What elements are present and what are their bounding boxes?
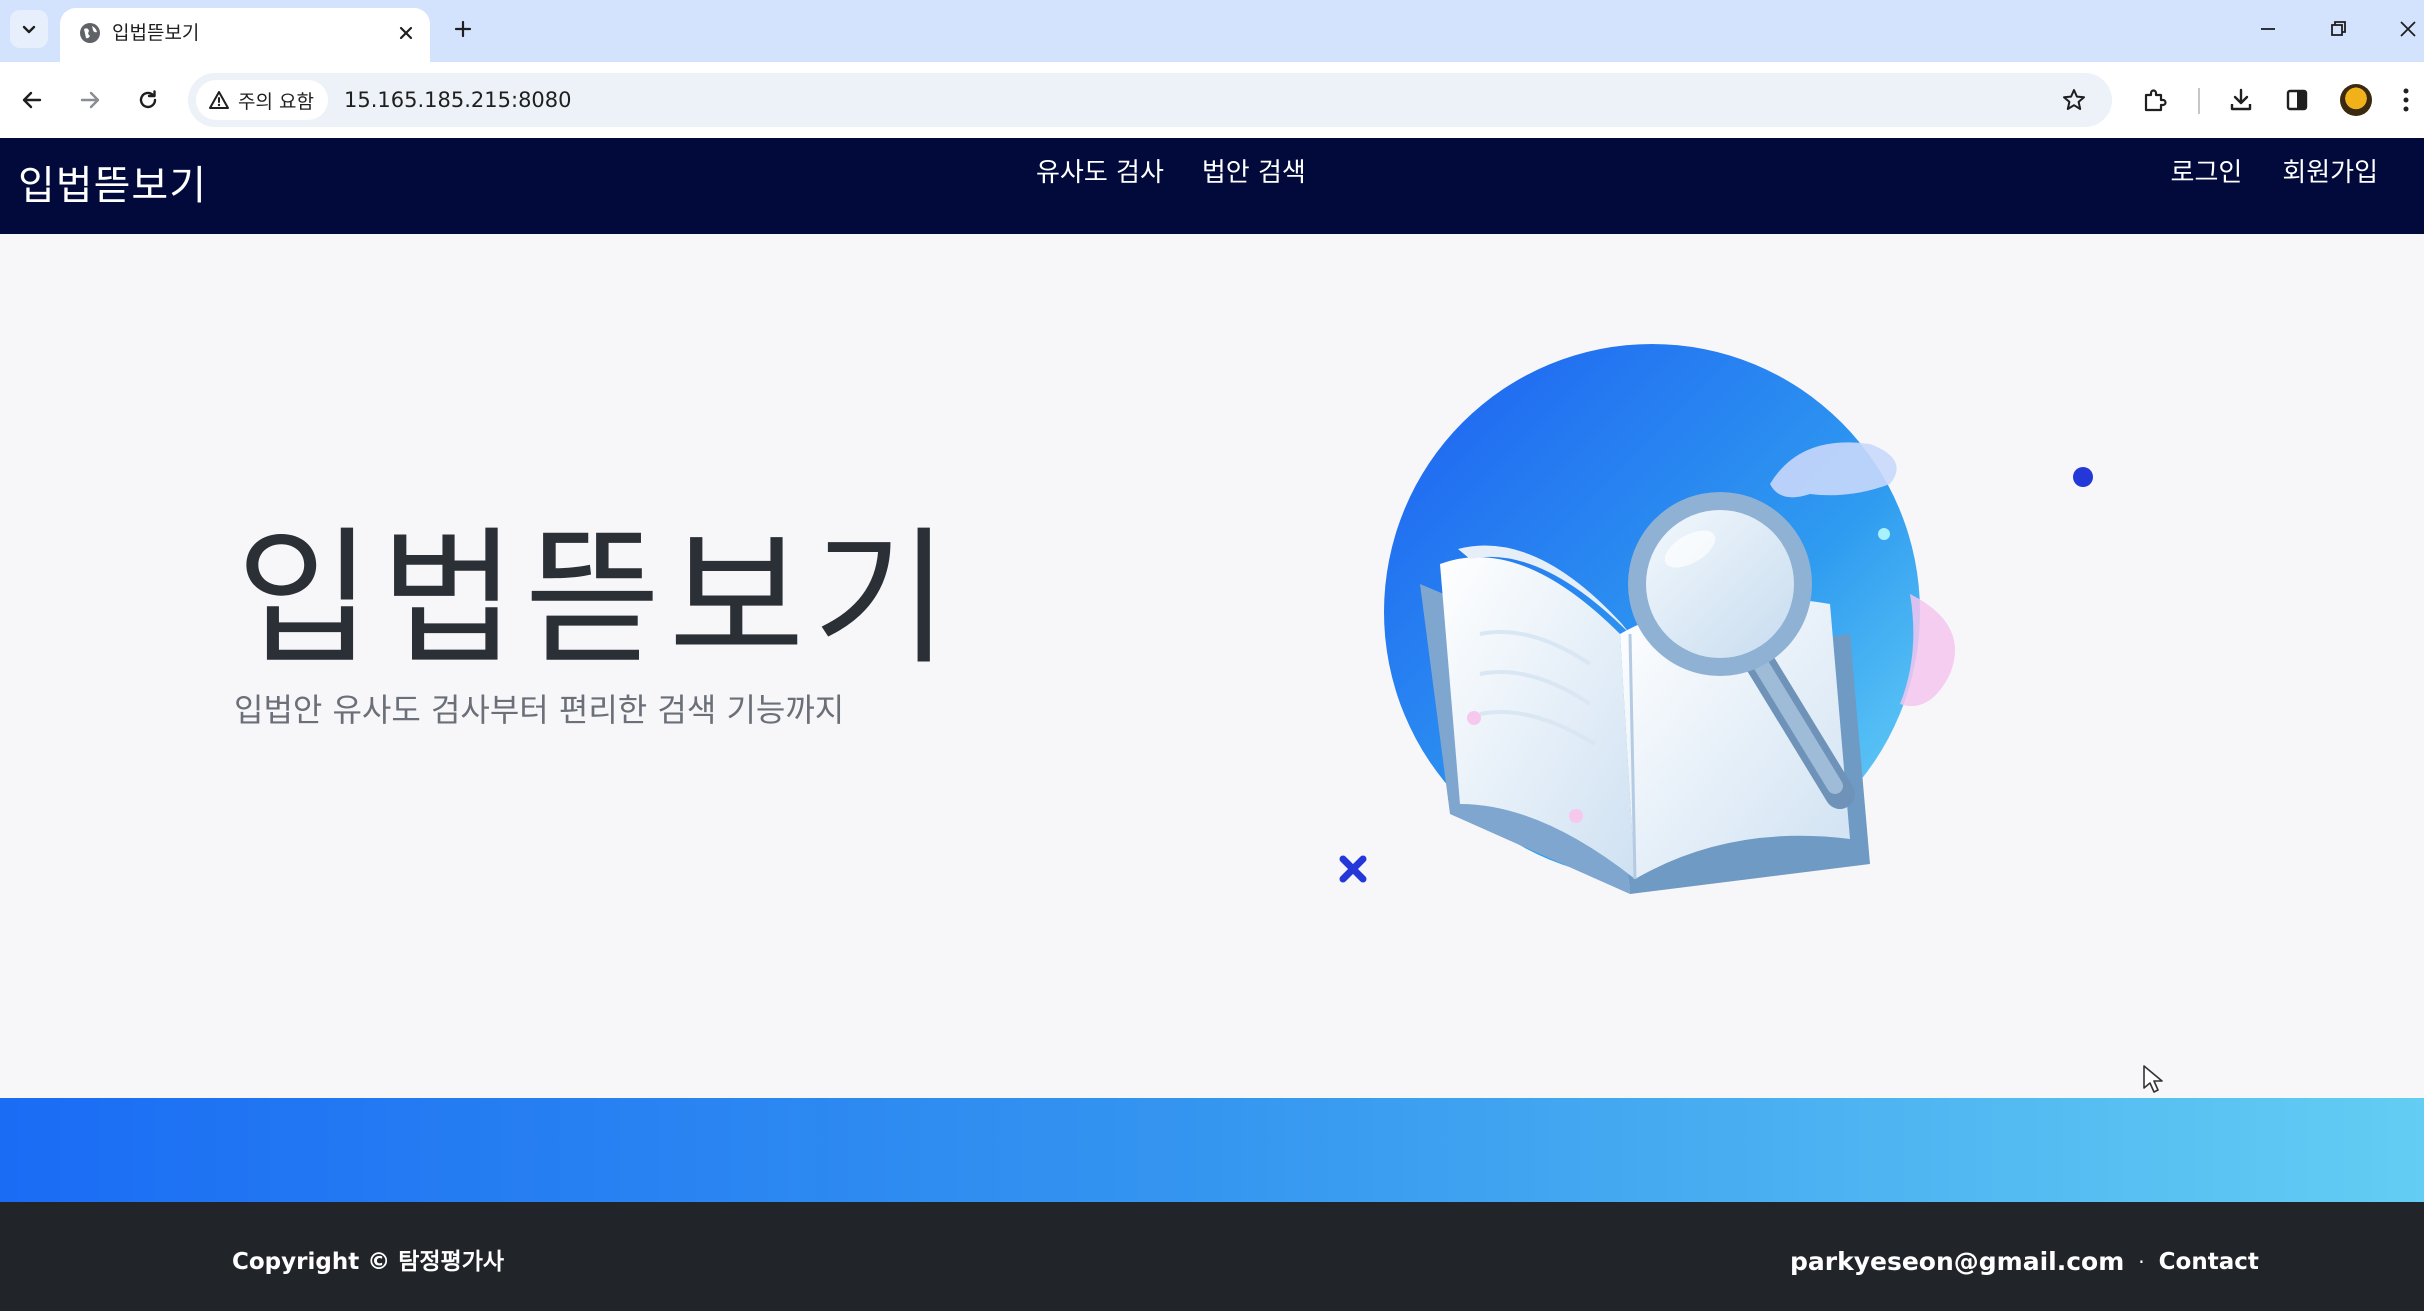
restore-button[interactable] bbox=[2310, 8, 2366, 50]
new-tab-button[interactable] bbox=[446, 12, 480, 46]
hero-title: 입법뜯보기 bbox=[236, 513, 957, 685]
browser-toolbar: 주의 요함 15.165.185.215:8080 bbox=[0, 62, 2424, 138]
site-navbar: 입법뜯보기 유사도 검사 법안 검색 로그인 회원가입 bbox=[0, 138, 2424, 234]
nav-similarity-check[interactable]: 유사도 검사 bbox=[1036, 138, 1164, 208]
minimize-button[interactable] bbox=[2240, 8, 2296, 50]
arrow-right-icon bbox=[80, 91, 100, 109]
bookmark-button[interactable] bbox=[2058, 84, 2090, 116]
gradient-band bbox=[0, 1098, 2424, 1202]
footer-links: parkyeseon@gmail.com · Contact bbox=[1790, 1202, 2259, 1311]
side-panel-icon bbox=[2286, 89, 2308, 111]
globe-icon bbox=[80, 23, 100, 43]
contact-link[interactable]: Contact bbox=[2159, 1202, 2259, 1311]
puzzle-icon bbox=[2144, 89, 2167, 112]
kebab-menu-icon bbox=[2403, 88, 2409, 112]
browser-tabbar: 입법뜯보기 bbox=[0, 0, 2424, 62]
plus-icon bbox=[454, 20, 472, 38]
minimize-icon bbox=[2261, 28, 2275, 30]
close-window-button[interactable] bbox=[2380, 8, 2424, 50]
menu-button[interactable] bbox=[2394, 81, 2418, 119]
auth-nav: 로그인 회원가입 bbox=[2171, 138, 2378, 208]
footer-email[interactable]: parkyeseon@gmail.com bbox=[1790, 1202, 2124, 1311]
url-text[interactable]: 15.165.185.215:8080 bbox=[344, 73, 572, 127]
mouse-cursor-icon bbox=[2143, 1065, 2163, 1093]
footer-separator: · bbox=[2138, 1250, 2145, 1274]
close-icon bbox=[399, 26, 413, 40]
restore-icon bbox=[2331, 21, 2346, 36]
brand-logo[interactable]: 입법뜯보기 bbox=[18, 138, 207, 234]
warning-icon bbox=[209, 91, 229, 109]
login-link[interactable]: 로그인 bbox=[2171, 138, 2243, 208]
chevron-down-icon bbox=[22, 25, 36, 34]
browser-tab[interactable]: 입법뜯보기 bbox=[60, 8, 430, 62]
profile-avatar[interactable] bbox=[2340, 84, 2372, 116]
hero-subtitle: 입법안 유사도 검사부터 편리한 검색 기능까지 bbox=[234, 691, 845, 729]
hero-section: 입법뜯보기 입법안 유사도 검사부터 편리한 검색 기능까지 bbox=[0, 234, 2424, 1098]
close-icon bbox=[2400, 21, 2416, 37]
reload-icon bbox=[139, 90, 157, 109]
downloads-button[interactable] bbox=[2222, 81, 2260, 119]
tab-search-button[interactable] bbox=[10, 10, 48, 48]
cross-decoration-icon bbox=[1339, 855, 1367, 883]
forward-button[interactable] bbox=[70, 80, 110, 120]
arrow-left-icon bbox=[22, 91, 42, 109]
tab-close-button[interactable] bbox=[394, 21, 418, 45]
nav-bill-search[interactable]: 법안 검색 bbox=[1202, 138, 1306, 208]
extensions-button[interactable] bbox=[2136, 81, 2174, 119]
address-bar[interactable]: 주의 요함 15.165.185.215:8080 bbox=[188, 73, 2112, 127]
book-magnifier-illustration bbox=[1384, 344, 1955, 894]
star-icon bbox=[2063, 89, 2085, 110]
back-button[interactable] bbox=[12, 80, 52, 120]
site-footer: Copyright © 탐정평가사 parkyeseon@gmail.com ·… bbox=[0, 1202, 2424, 1311]
side-panel-button[interactable] bbox=[2278, 81, 2316, 119]
reload-button[interactable] bbox=[128, 80, 168, 120]
signup-link[interactable]: 회원가입 bbox=[2282, 138, 2378, 208]
dot-decoration-icon bbox=[2073, 467, 2093, 487]
tab-title: 입법뜯보기 bbox=[112, 22, 200, 44]
security-label: 주의 요함 bbox=[238, 90, 314, 113]
main-nav: 유사도 검사 법안 검색 bbox=[1036, 138, 1306, 208]
copyright-text: Copyright © 탐정평가사 bbox=[232, 1249, 505, 1275]
toolbar-separator bbox=[2198, 88, 2200, 114]
download-icon bbox=[2230, 88, 2252, 111]
security-chip[interactable]: 주의 요함 bbox=[196, 80, 328, 120]
